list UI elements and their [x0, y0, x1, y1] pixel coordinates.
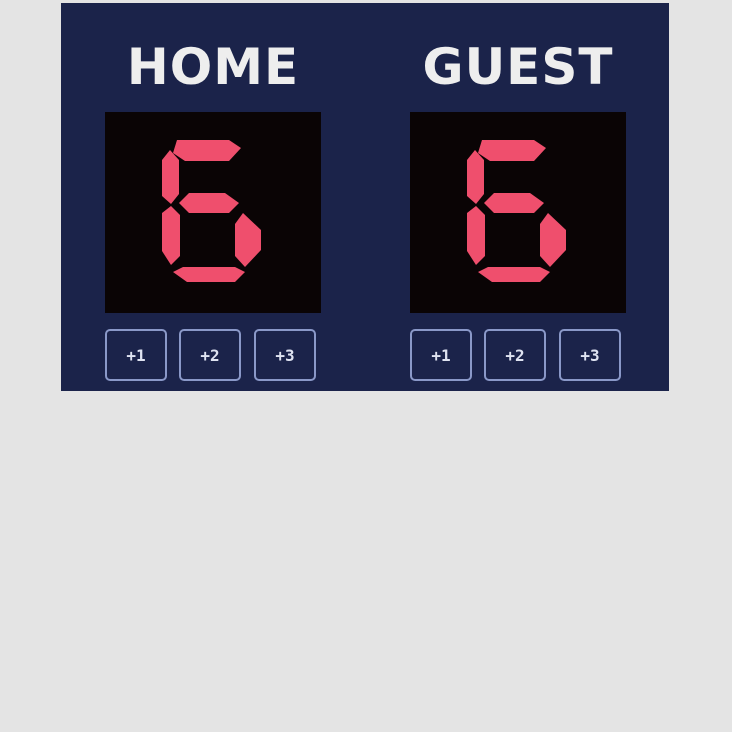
guest-button-row: +1 +2 +3 [410, 329, 626, 385]
digit-segment-a [173, 140, 241, 161]
home-button-row: +1 +2 +3 [105, 329, 321, 385]
guest-score-digit [467, 140, 566, 282]
digit-segment-d [173, 267, 245, 282]
digit-segment-f [162, 150, 179, 204]
guest-score-display [410, 112, 626, 313]
home-team-panel: HOME +1 +2 +3 [105, 3, 321, 391]
digit-segment-d [478, 267, 550, 282]
home-add-three-button[interactable]: +3 [254, 329, 316, 381]
digit-segment-g [484, 193, 544, 213]
home-add-one-button[interactable]: +1 [105, 329, 167, 381]
digit-segment-e [162, 206, 180, 265]
home-team-name: HOME [126, 38, 300, 96]
scoreboard: HOME +1 +2 +3 GUEST +1 +2 +3 [61, 3, 669, 391]
guest-team-panel: GUEST +1 +2 +3 [410, 3, 626, 391]
digit-segment-e [467, 206, 485, 265]
home-add-two-button[interactable]: +2 [179, 329, 241, 381]
digit-segment-c [235, 213, 261, 267]
digit-segment-a [478, 140, 546, 161]
digit-segment-g [179, 193, 239, 213]
home-score-digit [162, 140, 261, 282]
guest-add-two-button[interactable]: +2 [484, 329, 546, 381]
digit-segment-c [540, 213, 566, 267]
guest-add-three-button[interactable]: +3 [559, 329, 621, 381]
digit-segment-f [467, 150, 484, 204]
home-score-display [105, 112, 321, 313]
guest-team-name: GUEST [422, 38, 614, 96]
guest-add-one-button[interactable]: +1 [410, 329, 472, 381]
